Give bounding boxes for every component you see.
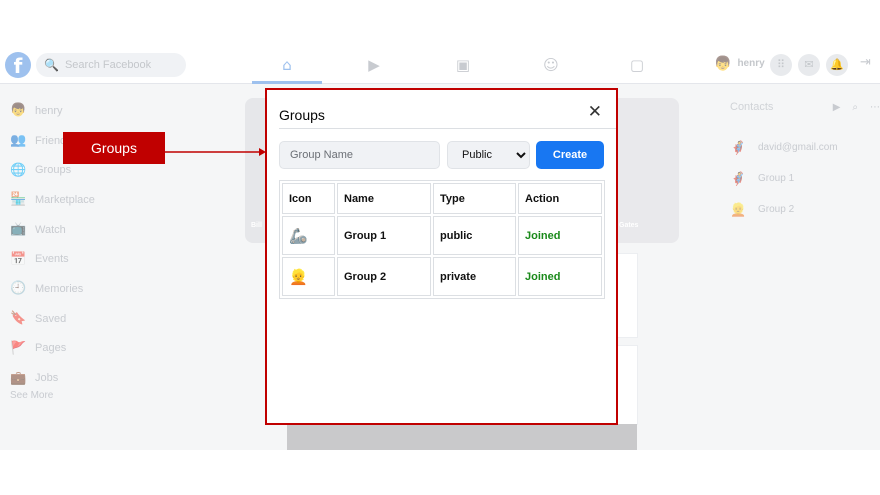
- logout-icon[interactable]: ⇥: [860, 55, 871, 70]
- profile-name: henry: [737, 58, 765, 69]
- sidebar-item-pages[interactable]: 🚩 Pages: [10, 334, 130, 364]
- avatar-icon: 👦: [10, 103, 27, 119]
- column-header: Type: [433, 183, 516, 214]
- jobs-icon: 💼: [10, 370, 27, 386]
- marketplace-icon: 🏪: [10, 192, 27, 208]
- group-name-cell: Group 1: [337, 216, 431, 255]
- modal-divider: [279, 128, 616, 129]
- story-caption: Bill: [251, 222, 262, 229]
- sidebar-item-profile[interactable]: 👦 henry: [10, 96, 130, 126]
- avatar-icon: 👦: [714, 55, 732, 71]
- search-input[interactable]: [64, 59, 175, 71]
- groups-nav-icon[interactable]: ☺: [540, 54, 562, 76]
- sidebar-item-marketplace[interactable]: 🏪 Marketplace: [10, 185, 130, 215]
- groups-table: Icon Name Type Action 🦾 Group 1 public J…: [279, 180, 605, 299]
- person-icon: 👱: [289, 268, 308, 286]
- watch-nav-icon[interactable]: ▶: [363, 54, 385, 76]
- table-row: 🦾 Group 1 public Joined: [282, 216, 602, 255]
- create-group-button[interactable]: Create: [536, 141, 604, 169]
- close-icon[interactable]: ✕: [588, 104, 602, 121]
- group-icon-cell: 🦾: [282, 216, 335, 255]
- notifications-icon[interactable]: 🔔: [826, 54, 848, 76]
- feed-image-block: [287, 424, 637, 450]
- contact-item[interactable]: 🦸 david@gmail.com: [730, 132, 880, 163]
- profile-shortcut[interactable]: 👦 henry: [714, 55, 765, 72]
- groups-callout-label: Groups: [63, 132, 165, 164]
- menu-grid-icon[interactable]: ⠿: [770, 54, 792, 76]
- groups-modal: Groups ✕ Public Private Create Icon Name…: [265, 88, 618, 425]
- video-call-icon[interactable]: ▶: [833, 102, 841, 113]
- group-type-cell: public: [433, 216, 516, 255]
- see-more-link[interactable]: See More: [10, 390, 130, 401]
- pages-icon: 🚩: [10, 340, 27, 356]
- contact-avatar-icon: 🦸: [730, 170, 747, 186]
- group-type-cell: private: [433, 257, 516, 296]
- sidebar-item-watch[interactable]: 📺 Watch: [10, 215, 130, 245]
- top-navigation-bar: f 🔍 ⌂ ▶ ▣ ☺ ▢ 👦 henry ⠿ ✉ 🔔 ⇥: [0, 46, 880, 84]
- callout-arrow-icon: [165, 148, 266, 156]
- sidebar-item-jobs[interactable]: 💼 Jobs: [10, 363, 130, 393]
- marketplace-nav-icon[interactable]: ▣: [452, 54, 474, 76]
- group-type-select[interactable]: Public Private: [447, 141, 530, 169]
- messenger-icon[interactable]: ✉: [798, 54, 820, 76]
- contacts-panel: Contacts ▶ ⌕ ⋯ 🦸 david@gmail.com 🦸 Group 1…: [730, 100, 880, 225]
- events-icon: 📅: [10, 251, 27, 267]
- search-box[interactable]: 🔍: [36, 53, 186, 77]
- table-header-row: Icon Name Type Action: [282, 183, 602, 214]
- sidebar-item-memories[interactable]: 🕘 Memories: [10, 274, 130, 304]
- table-row: 👱 Group 2 private Joined: [282, 257, 602, 296]
- contacts-title: Contacts: [730, 101, 774, 113]
- column-header: Icon: [282, 183, 335, 214]
- contact-avatar-icon: 👱: [730, 201, 747, 217]
- group-name-cell: Group 2: [337, 257, 431, 296]
- group-icon-cell: 👱: [282, 257, 335, 296]
- search-icon[interactable]: ⌕: [852, 102, 858, 113]
- watch-icon: 📺: [10, 222, 27, 238]
- contact-item[interactable]: 🦸 Group 1: [730, 163, 880, 194]
- friends-icon: 👥: [10, 133, 27, 149]
- home-icon[interactable]: ⌂: [276, 54, 298, 76]
- group-action-joined[interactable]: Joined: [518, 257, 602, 296]
- column-header: Action: [518, 183, 602, 214]
- saved-icon: 🔖: [10, 311, 27, 327]
- more-icon[interactable]: ⋯: [870, 102, 880, 113]
- group-action-joined[interactable]: Joined: [518, 216, 602, 255]
- modal-title: Groups: [279, 107, 325, 123]
- story-caption: Gates: [619, 222, 639, 229]
- contact-avatar-icon: 🦸: [730, 139, 747, 155]
- sidebar-item-events[interactable]: 📅 Events: [10, 244, 130, 274]
- facebook-logo-icon[interactable]: f: [5, 52, 31, 78]
- iron-man-icon: 🦾: [289, 227, 308, 245]
- sidebar-item-saved[interactable]: 🔖 Saved: [10, 304, 130, 334]
- group-name-input[interactable]: [279, 141, 440, 169]
- search-icon: 🔍: [44, 58, 59, 72]
- gaming-nav-icon[interactable]: ▢: [626, 54, 648, 76]
- column-header: Name: [337, 183, 431, 214]
- memories-icon: 🕘: [10, 281, 27, 297]
- groups-icon: 🌐: [10, 162, 27, 178]
- contact-item[interactable]: 👱 Group 2: [730, 194, 880, 225]
- home-active-indicator: [252, 81, 322, 84]
